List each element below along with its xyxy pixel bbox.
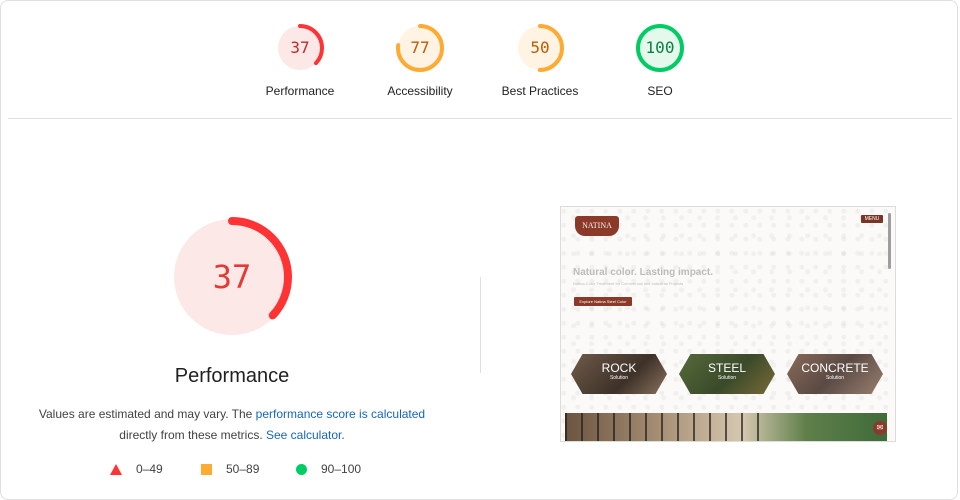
legend-label: 50–89: [226, 462, 260, 476]
gauge-label: Accessibility: [387, 84, 453, 98]
score-calculated-link[interactable]: performance score is calculated: [256, 407, 425, 421]
hero-heading: Natural color. Lasting impact.: [573, 267, 714, 278]
gauge-label: Performance: [265, 84, 335, 98]
gauge-seo[interactable]: 100 SEO: [600, 22, 720, 98]
hero-button: Explore Natina Steel Color: [574, 297, 632, 306]
gauge-best-practices[interactable]: 50 Best Practices: [480, 22, 600, 98]
header-divider: [8, 118, 952, 119]
scrollbar: [888, 213, 891, 269]
see-calculator-link[interactable]: See calculator: [266, 428, 341, 442]
tile-sub: Solution: [825, 375, 845, 381]
chat-icon: ✉: [873, 421, 887, 435]
gauge-score: 100: [645, 38, 675, 57]
tile-steel: STEEL Solution: [679, 354, 775, 394]
legend-label: 0–49: [136, 462, 163, 476]
hero-subtitle: Natina Color Treatment for Commercial an…: [573, 281, 684, 286]
desc-text: Values are estimated and may vary. The: [38, 407, 256, 421]
gauge-score: 37: [290, 38, 310, 57]
gauge-accessibility[interactable]: 77 Accessibility: [360, 22, 480, 98]
natina-logo: NATINA: [575, 216, 619, 236]
fence-image: [565, 413, 765, 441]
gauge-label: SEO: [647, 84, 673, 98]
score-legend: 0–49 50–89 90–100: [0, 462, 464, 480]
legend-average: 50–89: [201, 462, 259, 476]
menu-button: MENU: [861, 215, 883, 223]
gauge-label: Best Practices: [501, 84, 579, 98]
square-icon: [201, 463, 212, 475]
tile-sub: Solution: [717, 375, 737, 381]
performance-title: Performance: [174, 365, 290, 387]
tile-rock: ROCK Solution: [571, 354, 667, 394]
legend-fail: 0–49: [110, 462, 163, 476]
circle-icon: [296, 463, 307, 475]
tile-title: CONCRETE: [801, 361, 869, 375]
page-screenshot[interactable]: NATINA MENU Natural color. Lasting impac…: [560, 206, 896, 442]
legend-pass: 90–100: [296, 462, 361, 476]
performance-score: 37: [212, 258, 252, 296]
tile-title: STEEL: [707, 361, 746, 375]
gauge-performance[interactable]: 37 Performance: [240, 22, 360, 98]
score-gauges: 37 Performance 77 Accessibility 50 Best …: [0, 22, 960, 112]
tile-concrete: CONCRETE Solution: [787, 354, 883, 394]
tile-title: ROCK: [601, 361, 637, 375]
tile-sub: Solution: [609, 375, 629, 381]
desc-text: directly from these metrics.: [119, 428, 266, 442]
desc-text: .: [341, 428, 345, 442]
section-divider: [480, 277, 481, 373]
gauge-score: 50: [530, 38, 550, 57]
background-pattern: [561, 207, 895, 441]
triangle-icon: [110, 463, 122, 475]
legend-label: 90–100: [321, 462, 362, 476]
gauge-score: 77: [410, 38, 430, 57]
performance-description: Values are estimated and may vary. The p…: [20, 404, 444, 446]
